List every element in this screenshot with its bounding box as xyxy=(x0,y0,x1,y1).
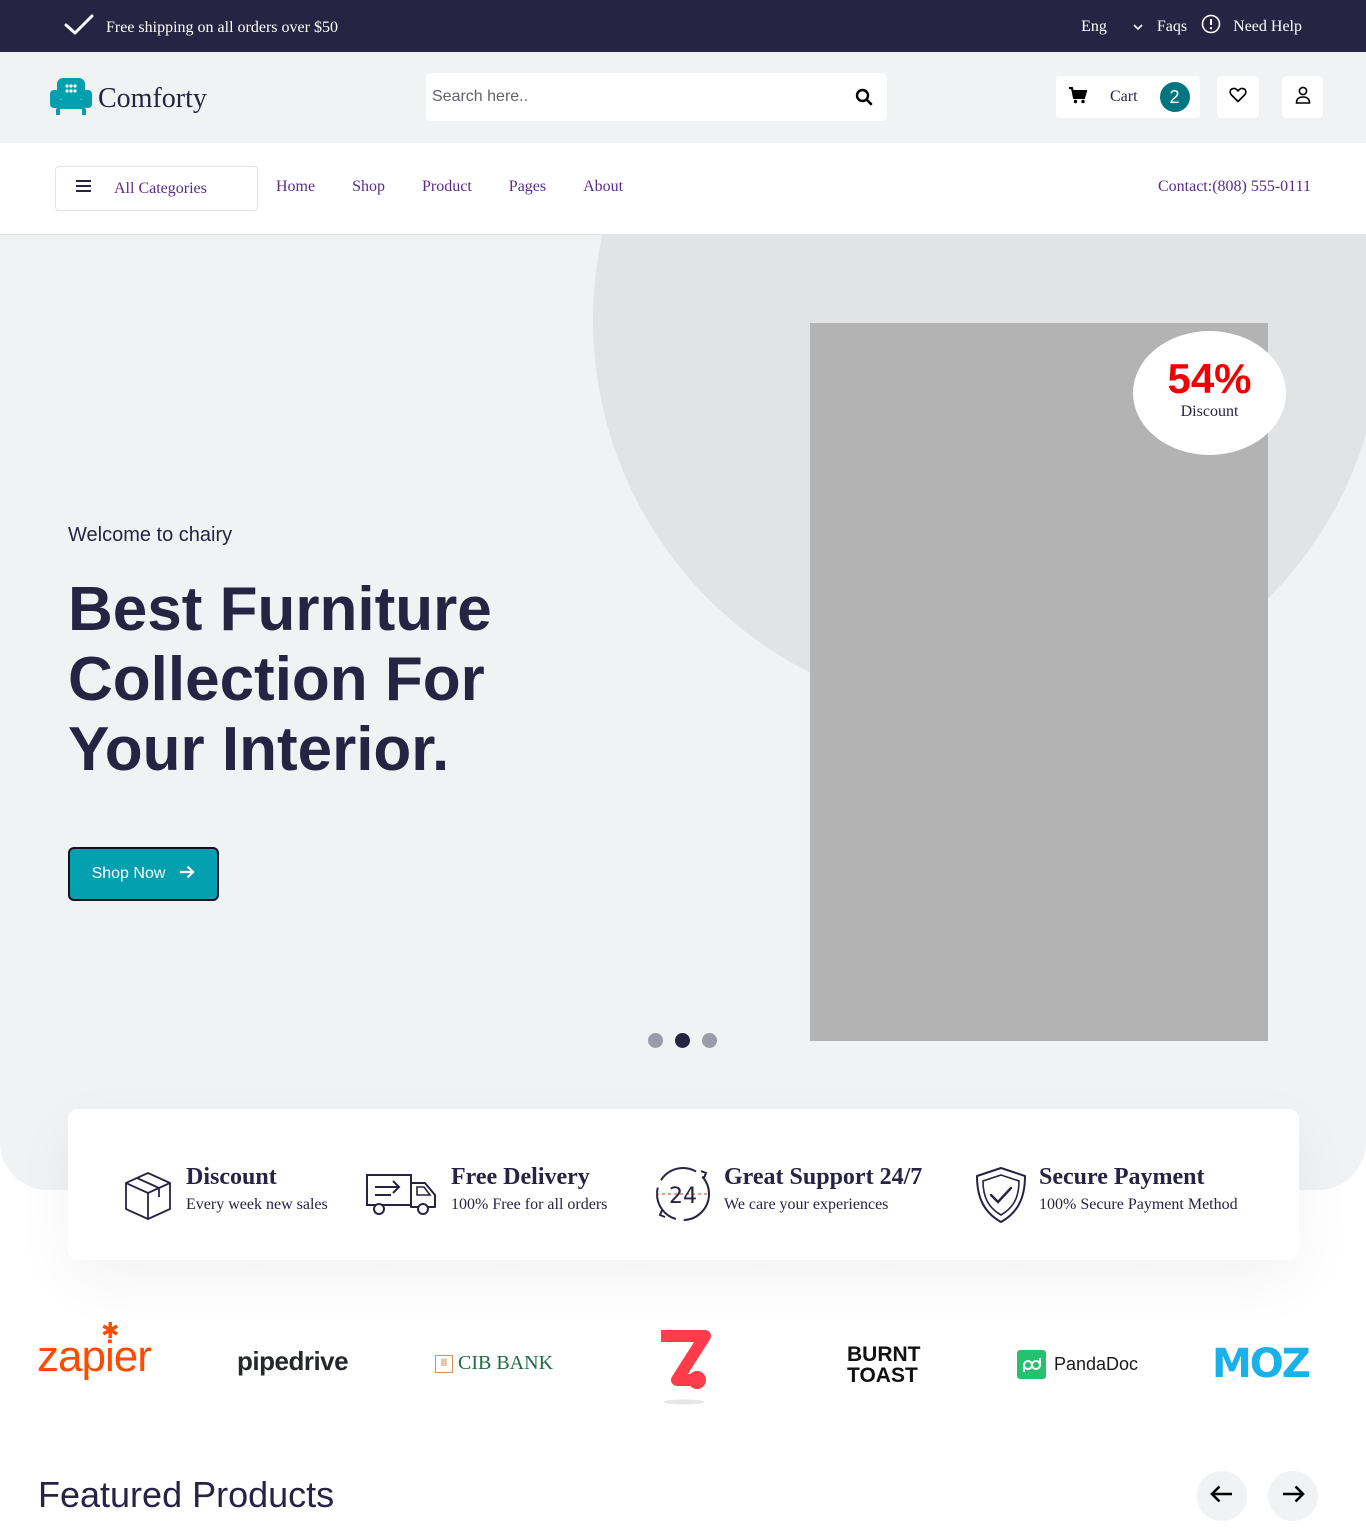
pandadoc-wordmark: PandaDoc xyxy=(1054,1354,1139,1374)
chevron-down-icon[interactable] xyxy=(1133,18,1143,36)
feature-discount: Discount Every week new sales xyxy=(120,1163,328,1228)
feature-title: Discount xyxy=(186,1164,277,1190)
contact-phone[interactable]: Contact:(808) 555-0111 xyxy=(1158,178,1311,196)
feature-subtitle: 100% Free for all orders xyxy=(451,1196,608,1213)
feature-secure-payment: Secure Payment 100% Secure Payment Metho… xyxy=(973,1163,1238,1230)
cib-wordmark: CIB BANK xyxy=(458,1352,554,1374)
faqs-link[interactable]: Faqs xyxy=(1157,18,1187,36)
user-icon xyxy=(1295,86,1311,109)
discount-badge: 54% Discount xyxy=(1133,331,1286,455)
pipedrive-wordmark: pipedrive xyxy=(237,1346,349,1376)
arrow-right-icon xyxy=(179,865,195,884)
slider-dot-active[interactable] xyxy=(675,1033,690,1048)
language-select[interactable]: Eng xyxy=(1081,18,1107,36)
pipedrive-logo[interactable]: pipedrive xyxy=(237,1346,349,1377)
cart-button[interactable]: Cart 2 xyxy=(1056,76,1200,118)
next-button[interactable] xyxy=(1268,1471,1318,1521)
feature-subtitle: Every week new sales xyxy=(186,1196,328,1213)
discount-percent: 54% xyxy=(1167,355,1252,402)
pandadoc-logo[interactable]: PandaDoc xyxy=(1017,1350,1138,1379)
cart-icon xyxy=(1068,86,1088,109)
header: Comforty Cart 2 xyxy=(0,52,1366,143)
heart-icon xyxy=(1229,87,1247,108)
main-nav: All Categories Home Shop Product Pages A… xyxy=(0,143,1366,235)
moz-logo[interactable]: MOZ xyxy=(1212,1341,1311,1387)
slider-dot[interactable] xyxy=(702,1033,717,1048)
cib-bank-logo[interactable]: Ⅲ CIB BANK xyxy=(435,1352,553,1375)
menu-icon xyxy=(76,179,92,198)
zapier-logo[interactable]: zapier ✱ xyxy=(37,1318,152,1382)
all-categories-button[interactable]: All Categories xyxy=(55,166,258,211)
slider-dots xyxy=(648,1033,717,1048)
shield-check-icon xyxy=(973,1165,1029,1230)
brand-name: Comforty xyxy=(98,82,207,114)
hero-headline-line: Best Furniture xyxy=(68,575,492,644)
zeta-logo[interactable] xyxy=(655,1330,713,1411)
need-help-link[interactable]: Need Help xyxy=(1233,18,1302,36)
support-24-icon: 24 xyxy=(652,1163,714,1230)
slider-dot[interactable] xyxy=(648,1033,663,1048)
cib-emblem-icon: Ⅲ xyxy=(435,1354,453,1373)
account-button[interactable] xyxy=(1282,76,1323,118)
wishlist-button[interactable] xyxy=(1217,76,1259,118)
prev-button[interactable] xyxy=(1197,1471,1247,1521)
cart-count-badge: 2 xyxy=(1159,82,1190,112)
moz-wordmark: MOZ xyxy=(1212,1341,1311,1387)
svg-text:24: 24 xyxy=(669,1184,697,1209)
logo[interactable]: Comforty xyxy=(48,76,207,121)
brand-logos: zapier ✱ pipedrive Ⅲ CIB BANK BURNT TOAS… xyxy=(0,1300,1366,1420)
info-icon xyxy=(1201,14,1221,39)
feature-title: Free Delivery xyxy=(451,1164,590,1190)
hero-headline-line: Your Interior. xyxy=(68,715,450,784)
box-icon xyxy=(120,1167,176,1228)
z-mark-icon xyxy=(655,1330,713,1411)
feature-title: Great Support 24/7 xyxy=(724,1164,923,1190)
arrow-left-icon xyxy=(1210,1485,1234,1508)
toast-wordmark: TOAST xyxy=(847,1364,918,1387)
nav-link-pages[interactable]: Pages xyxy=(509,178,546,196)
search-icon[interactable] xyxy=(855,88,873,111)
feature-title: Secure Payment xyxy=(1039,1164,1205,1190)
cart-label: Cart xyxy=(1110,88,1138,105)
shipping-text: Free shipping on all orders over $50 xyxy=(106,18,338,36)
search-input[interactable] xyxy=(426,73,826,121)
shipping-notice: Free shipping on all orders over $50 xyxy=(64,14,338,41)
features-bar: Discount Every week new sales Free Deliv… xyxy=(68,1109,1299,1260)
burnt-wordmark: BURNT xyxy=(847,1343,921,1366)
all-categories-label: All Categories xyxy=(114,179,207,197)
arrow-right-icon xyxy=(1281,1485,1305,1508)
zapier-wordmark: zapier xyxy=(37,1332,152,1381)
sofa-logo-icon xyxy=(48,76,94,121)
truck-icon xyxy=(365,1169,441,1224)
hero-section: 54% Discount Welcome to chairy Best Furn… xyxy=(0,235,1366,1190)
featured-products-title: Featured Products xyxy=(38,1474,335,1515)
check-icon xyxy=(64,14,94,41)
nav-link-shop[interactable]: Shop xyxy=(352,178,385,196)
feature-subtitle: 100% Secure Payment Method xyxy=(1039,1196,1238,1213)
asterisk-icon: ✱ xyxy=(101,1318,119,1343)
feature-support: 24 Great Support 24/7 We care your exper… xyxy=(652,1163,922,1230)
pandadoc-mark-icon xyxy=(1017,1350,1046,1379)
feature-free-delivery: Free Delivery 100% Free for all orders xyxy=(365,1163,607,1224)
hero-welcome: Welcome to chairy xyxy=(68,524,233,546)
hero-headline: Best Furniture Collection For Your Inter… xyxy=(68,575,628,785)
top-bar: Free shipping on all orders over $50 Eng… xyxy=(0,0,1366,52)
nav-link-home[interactable]: Home xyxy=(276,178,315,196)
search-bar xyxy=(426,73,887,121)
hero-headline-line: Collection For xyxy=(68,645,485,714)
nav-link-product[interactable]: Product xyxy=(422,178,472,196)
nav-link-about[interactable]: About xyxy=(583,178,623,196)
shop-now-button[interactable]: Shop Now xyxy=(68,847,219,901)
shop-now-label: Shop Now xyxy=(91,865,166,882)
burnt-toast-logo[interactable]: BURNT TOAST xyxy=(847,1344,921,1386)
feature-subtitle: We care your experiences xyxy=(724,1196,889,1213)
discount-label: Discount xyxy=(1180,403,1239,420)
